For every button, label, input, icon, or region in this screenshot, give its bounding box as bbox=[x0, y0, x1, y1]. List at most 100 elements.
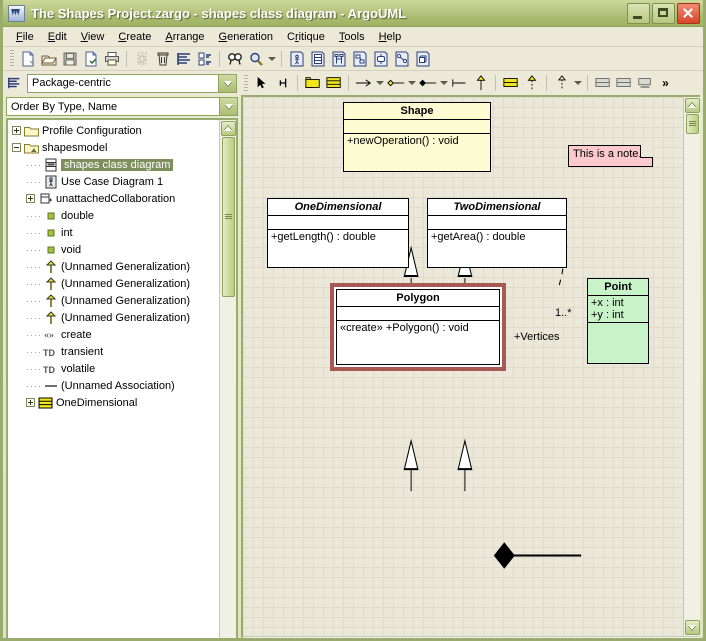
tree-item[interactable]: ····(Unnamed Generalization) bbox=[8, 275, 219, 292]
abstraction-dropdown-icon[interactable] bbox=[572, 73, 583, 93]
comment-icon[interactable] bbox=[592, 73, 613, 93]
tree-item[interactable]: ····(Unnamed Generalization) bbox=[8, 258, 219, 275]
uml-operations-compartment[interactable]: «create» +Polygon() : void bbox=[337, 321, 499, 335]
scroll-right-button[interactable] bbox=[684, 638, 699, 641]
chevron-down-icon[interactable] bbox=[218, 75, 236, 92]
minimize-button[interactable] bbox=[627, 3, 650, 24]
generalization-icon[interactable] bbox=[470, 73, 491, 93]
uml-operations-compartment[interactable]: +getArea() : double bbox=[428, 230, 566, 244]
tree-item[interactable]: ····shapes class diagram bbox=[8, 156, 219, 173]
deployment-diagram-icon[interactable] bbox=[412, 49, 433, 69]
uml-attributes-compartment[interactable] bbox=[268, 216, 408, 230]
tree-item[interactable]: ····«»create bbox=[8, 326, 219, 343]
open-icon[interactable] bbox=[38, 49, 59, 69]
menu-arrange[interactable]: Arrange bbox=[158, 29, 211, 45]
menu-create[interactable]: Create bbox=[111, 29, 158, 45]
scroll-track[interactable] bbox=[686, 134, 699, 619]
menu-generation[interactable]: Generation bbox=[212, 29, 280, 45]
package-icon[interactable] bbox=[302, 73, 323, 93]
tree-item[interactable]: ····Use Case Diagram 1 bbox=[8, 173, 219, 190]
expand-icon[interactable] bbox=[26, 194, 35, 203]
select-pointer-icon[interactable] bbox=[251, 73, 272, 93]
tree-item[interactable]: ····TDtransient bbox=[8, 343, 219, 360]
print-icon[interactable] bbox=[101, 49, 122, 69]
properties-icon[interactable] bbox=[194, 49, 215, 69]
state-diagram-icon[interactable] bbox=[370, 49, 391, 69]
stereotype-icon[interactable] bbox=[634, 73, 655, 93]
menu-view[interactable]: View bbox=[74, 29, 112, 45]
activity-diagram-icon[interactable] bbox=[391, 49, 412, 69]
sequence-diagram-icon[interactable] bbox=[328, 49, 349, 69]
collapse-icon[interactable] bbox=[12, 143, 21, 152]
order-combo[interactable]: Order By Type, Name bbox=[6, 97, 238, 116]
comment-link-icon[interactable] bbox=[613, 73, 634, 93]
tree-item[interactable]: ····double bbox=[8, 207, 219, 224]
broom-icon[interactable] bbox=[272, 73, 293, 93]
uml-attributes-compartment[interactable] bbox=[428, 216, 566, 230]
abstraction-icon[interactable] bbox=[551, 73, 572, 93]
paste-icon[interactable] bbox=[173, 49, 194, 69]
usecase-diagram-icon[interactable] bbox=[286, 49, 307, 69]
composition-icon[interactable] bbox=[417, 73, 438, 93]
perspective-combo[interactable]: Package-centric bbox=[27, 74, 237, 93]
expand-icon[interactable] bbox=[12, 126, 21, 135]
cut-icon[interactable] bbox=[131, 49, 152, 69]
tree-item[interactable]: unattachedCollaboration bbox=[8, 190, 219, 207]
chevron-down-icon[interactable] bbox=[219, 98, 237, 115]
scroll-thumb[interactable] bbox=[686, 114, 699, 134]
association-dropdown-icon[interactable] bbox=[374, 73, 385, 93]
scroll-left-button[interactable] bbox=[244, 638, 259, 641]
uml-class-point[interactable]: Point+x : int+y : int bbox=[587, 278, 649, 364]
maximize-button[interactable] bbox=[652, 3, 675, 24]
uml-attributes-compartment[interactable] bbox=[337, 307, 499, 321]
scroll-up-button[interactable] bbox=[685, 98, 700, 113]
explorer-vscrollbar[interactable] bbox=[219, 120, 236, 641]
diagram-hscrollbar[interactable] bbox=[241, 636, 700, 641]
composition-dropdown-icon[interactable] bbox=[438, 73, 449, 93]
uml-attributes-compartment[interactable]: +x : int+y : int bbox=[588, 296, 648, 323]
menu-tools[interactable]: Tools bbox=[332, 29, 372, 45]
menu-edit[interactable]: Edit bbox=[41, 29, 74, 45]
save-icon[interactable] bbox=[59, 49, 80, 69]
uml-operations-compartment[interactable] bbox=[588, 323, 648, 337]
close-button[interactable] bbox=[677, 3, 700, 24]
menu-critique[interactable]: Critique bbox=[280, 29, 332, 45]
scroll-down-button[interactable] bbox=[685, 620, 700, 635]
class-diagram-canvas[interactable]: Shape+newOperation() : void OneDimensiona… bbox=[241, 95, 683, 636]
class-diagram-icon[interactable] bbox=[307, 49, 328, 69]
uml-class-twodimensional[interactable]: TwoDimensional+getArea() : double bbox=[427, 198, 567, 268]
diagram-vscrollbar[interactable] bbox=[683, 95, 700, 636]
tree-item[interactable]: ····(Unnamed Generalization) bbox=[8, 309, 219, 326]
uml-class-polygon[interactable]: Polygon«create» +Polygon() : void bbox=[336, 289, 500, 365]
realization-icon[interactable] bbox=[521, 73, 542, 93]
diagram-toolbar-grip[interactable] bbox=[244, 75, 248, 92]
toolbar-grip[interactable] bbox=[10, 50, 14, 67]
dependency-icon[interactable] bbox=[449, 73, 470, 93]
expand-icon[interactable] bbox=[26, 398, 35, 407]
uml-note[interactable]: This is a note. bbox=[568, 145, 653, 167]
tree-item[interactable]: ····TDvolatile bbox=[8, 360, 219, 377]
find-icon[interactable] bbox=[224, 49, 245, 69]
tree-item[interactable]: OneDimensional bbox=[8, 394, 219, 411]
menu-help[interactable]: Help bbox=[372, 29, 409, 45]
menu-file[interactable]: File bbox=[9, 29, 41, 45]
association-icon[interactable] bbox=[353, 73, 374, 93]
zoom-dropdown-icon[interactable] bbox=[266, 49, 277, 69]
delete-icon[interactable] bbox=[152, 49, 173, 69]
tree-item[interactable]: ····void bbox=[8, 241, 219, 258]
explorer-tree[interactable]: Profile Configurationshapesmodel····shap… bbox=[8, 120, 219, 641]
class-icon[interactable] bbox=[323, 73, 344, 93]
zoom-icon[interactable] bbox=[245, 49, 266, 69]
collaboration-diagram-icon[interactable] bbox=[349, 49, 370, 69]
uml-operations-compartment[interactable]: +getLength() : double bbox=[268, 230, 408, 244]
uml-attributes-compartment[interactable] bbox=[344, 120, 490, 134]
tree-item[interactable]: shapesmodel bbox=[8, 139, 219, 156]
uml-class-onedimensional[interactable]: OneDimensional+getLength() : double bbox=[267, 198, 409, 268]
uml-class-shape[interactable]: Shape+newOperation() : void bbox=[343, 102, 491, 172]
tree-item[interactable]: Profile Configuration bbox=[8, 122, 219, 139]
tree-item[interactable]: ····(Unnamed Generalization) bbox=[8, 292, 219, 309]
interface-icon[interactable] bbox=[500, 73, 521, 93]
aggregation-icon[interactable] bbox=[385, 73, 406, 93]
perspective-icon[interactable] bbox=[3, 73, 24, 93]
tree-item[interactable]: ····int bbox=[8, 224, 219, 241]
